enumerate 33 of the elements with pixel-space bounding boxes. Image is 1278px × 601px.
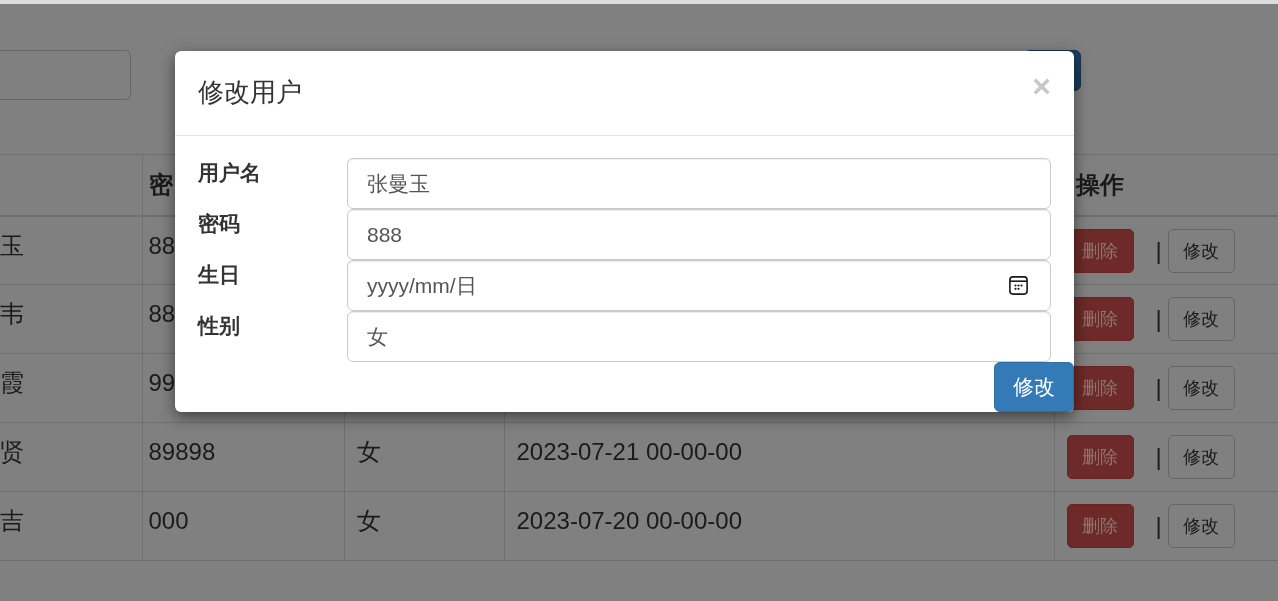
edit-button[interactable]: 修改: [1167, 435, 1235, 479]
delete-button[interactable]: 删除: [1066, 504, 1134, 548]
date-field[interactable]: yyyy/mm/日: [347, 260, 1051, 311]
input-field[interactable]: 888: [347, 209, 1051, 260]
input-field[interactable]: 女: [347, 311, 1051, 362]
modal-title: 修改用户: [198, 76, 302, 109]
delete-button[interactable]: 删除: [1066, 435, 1134, 479]
input-field[interactable]: [0, 50, 131, 100]
calendar-icon[interactable]: [1009, 276, 1028, 295]
input-field[interactable]: 张曼玉: [347, 158, 1051, 209]
separator: |: [1155, 235, 1162, 266]
table-cell: 女: [344, 422, 504, 492]
table-cell: 玉: [0, 215, 142, 285]
table-cell: 霞: [0, 353, 142, 423]
table-cell: 韦: [0, 284, 142, 354]
table-cell: 女: [344, 491, 504, 561]
table-cell: 2023-07-21 00-00-00: [504, 422, 1054, 492]
separator: |: [1155, 511, 1162, 541]
separator: |: [1155, 442, 1162, 472]
field-label: 性别: [198, 313, 241, 339]
field-label: 用户名: [198, 160, 262, 186]
table-cell: 89898: [142, 422, 344, 492]
edit-button[interactable]: 修改: [1167, 228, 1235, 273]
table-cell: 2023-07-20 00-00-00: [504, 491, 1054, 561]
edit-button[interactable]: 修改: [1167, 297, 1235, 341]
table-cell: 贤: [0, 422, 142, 492]
separator: |: [1155, 304, 1162, 334]
table-cell: 吉: [0, 491, 142, 561]
separator: |: [1155, 373, 1162, 403]
table-cell: 000: [142, 491, 344, 561]
edit-button[interactable]: 修改: [1167, 366, 1235, 410]
edit-button[interactable]: 修改: [1167, 504, 1235, 548]
submit-button[interactable]: 修改: [994, 362, 1074, 412]
